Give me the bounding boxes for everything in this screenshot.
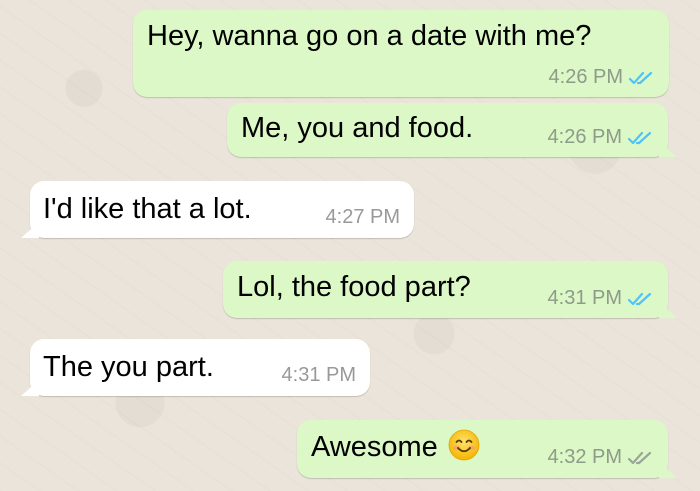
message-text: Lol, the food part?: [237, 271, 471, 303]
message-meta: 4:26 PM: [549, 66, 655, 89]
delivered-receipt-icon: [628, 451, 652, 464]
message-time: 4:31 PM: [547, 287, 622, 309]
message-meta: 4:26 PM: [548, 126, 654, 149]
message-bubble-incoming[interactable]: I'd like that a lot. 4:27 PM: [30, 181, 414, 238]
read-receipt-icon: [628, 292, 652, 305]
message-meta: 4:27 PM: [326, 206, 400, 229]
message-time: 4:26 PM: [547, 126, 622, 148]
message-text-content: Awesome: [311, 431, 438, 463]
smiling-face-emoji: [448, 429, 480, 461]
message-bubble-outgoing[interactable]: Me, you and food. 4:26 PM: [227, 103, 668, 157]
message-text: Awesome: [311, 429, 480, 464]
message-text: The you part.: [43, 351, 214, 383]
message-text: Me, you and food.: [241, 112, 474, 144]
message-meta: 4:31 PM: [548, 287, 654, 310]
message-text: I'd like that a lot.: [43, 193, 252, 225]
message-time: 4:31 PM: [281, 364, 356, 386]
message-meta: 4:32 PM: [548, 446, 654, 469]
message-bubble-outgoing[interactable]: Lol, the food part? 4:31 PM: [223, 261, 668, 318]
message-bubble-outgoing[interactable]: Awesome 4:32 PM: [297, 420, 668, 478]
read-receipt-icon: [629, 71, 653, 84]
message-bubble-incoming[interactable]: The you part. 4:31 PM: [30, 339, 370, 396]
message-meta: 4:31 PM: [282, 364, 356, 387]
read-receipt-icon: [628, 131, 652, 144]
message-text: Hey, wanna go on a date with me?: [147, 20, 592, 52]
message-time: 4:27 PM: [325, 206, 400, 228]
message-time: 4:26 PM: [548, 66, 623, 88]
message-bubble-outgoing[interactable]: Hey, wanna go on a date with me? 4:26 PM: [133, 10, 669, 97]
message-time: 4:32 PM: [547, 446, 622, 468]
